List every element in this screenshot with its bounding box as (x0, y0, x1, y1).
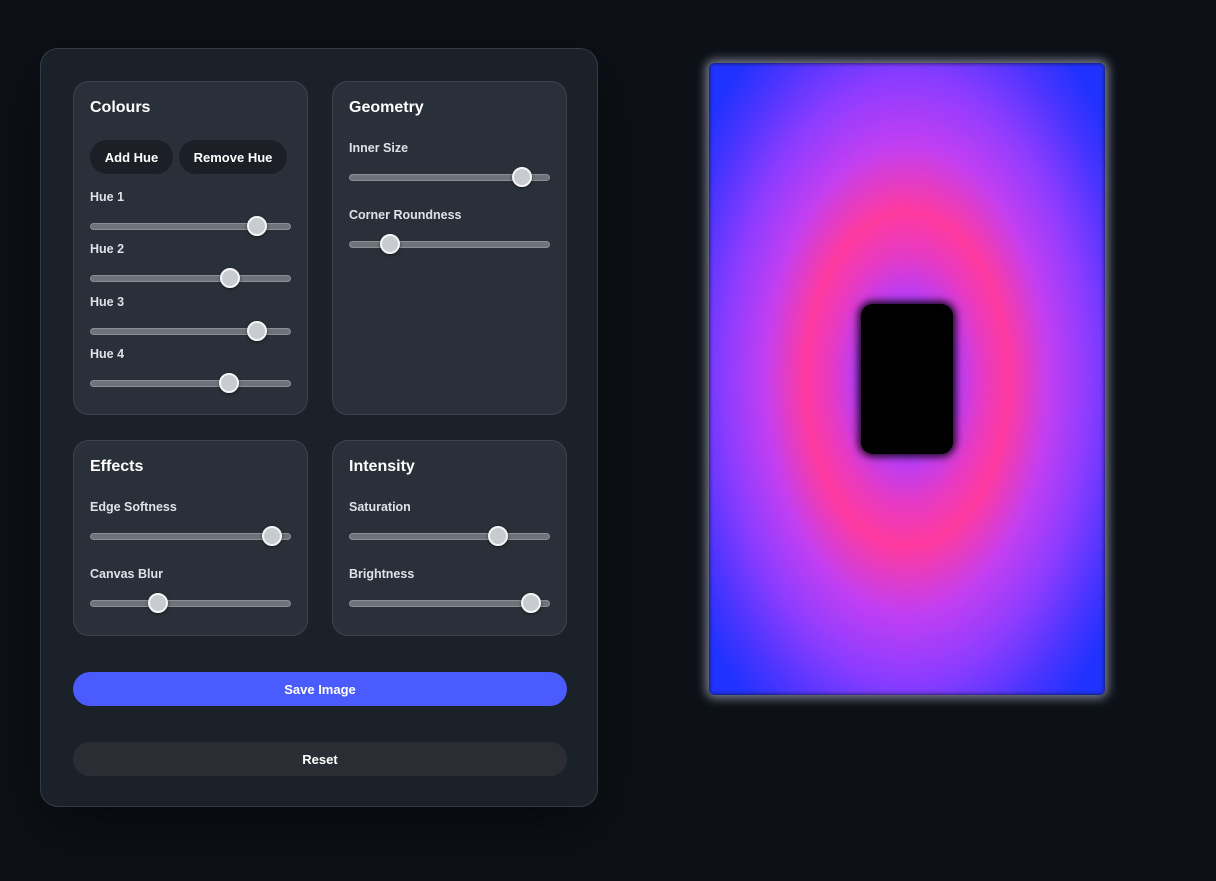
slider-thumb[interactable] (488, 526, 509, 546)
corner-roundness-control: Corner Roundness (349, 207, 550, 255)
hue-1-label: Hue 1 (90, 190, 125, 204)
hue-4-label: Hue 4 (90, 347, 125, 361)
hue-4-control: Hue 4 (90, 346, 291, 394)
brightness-slider[interactable] (349, 592, 550, 614)
inner-size-slider[interactable] (349, 166, 550, 188)
intensity-card: Intensity Saturation Brightness (332, 440, 567, 636)
preview-canvas (709, 63, 1105, 695)
effects-title: Effects (90, 458, 144, 475)
hue-3-slider[interactable] (90, 320, 291, 342)
saturation-control: Saturation (349, 499, 550, 547)
inner-size-label: Inner Size (349, 141, 409, 155)
canvas-blur-control: Canvas Blur (90, 566, 291, 614)
saturation-slider[interactable] (349, 525, 550, 547)
intensity-title: Intensity (349, 458, 415, 475)
slider-thumb[interactable] (511, 167, 532, 187)
slider-track[interactable] (90, 600, 291, 607)
slider-thumb[interactable] (247, 321, 268, 341)
slider-thumb[interactable] (247, 216, 268, 236)
slider-track[interactable] (90, 380, 291, 387)
slider-thumb[interactable] (220, 268, 241, 288)
slider-track[interactable] (349, 533, 550, 540)
slider-track[interactable] (90, 275, 291, 282)
geometry-card: Geometry Inner Size Corner Roundness (332, 81, 567, 415)
brightness-label: Brightness (349, 567, 415, 581)
remove-hue-button[interactable]: Remove Hue (179, 140, 287, 174)
controls-panel: Colours Add Hue Remove Hue Hue 1 Hue 2 H… (40, 48, 598, 807)
edge-softness-slider[interactable] (90, 525, 291, 547)
slider-thumb[interactable] (520, 593, 541, 613)
hue-3-label: Hue 3 (90, 295, 125, 309)
slider-thumb[interactable] (379, 234, 400, 254)
effects-card: Effects Edge Softness Canvas Blur (73, 440, 308, 636)
colours-card: Colours Add Hue Remove Hue Hue 1 Hue 2 H… (73, 81, 308, 415)
slider-track[interactable] (349, 600, 550, 607)
slider-track[interactable] (90, 533, 291, 540)
canvas-blur-label: Canvas Blur (90, 567, 163, 581)
saturation-label: Saturation (349, 500, 411, 514)
reset-button[interactable]: Reset (73, 742, 567, 776)
edge-softness-label: Edge Softness (90, 500, 177, 514)
hue-2-label: Hue 2 (90, 242, 125, 256)
hue-2-slider[interactable] (90, 267, 291, 289)
corner-roundness-label: Corner Roundness (349, 208, 462, 222)
hue-1-slider[interactable] (90, 215, 291, 237)
add-hue-button[interactable]: Add Hue (90, 140, 173, 174)
hue-1-control: Hue 1 (90, 189, 291, 237)
corner-roundness-slider[interactable] (349, 233, 550, 255)
hue-2-control: Hue 2 (90, 241, 291, 289)
brightness-control: Brightness (349, 566, 550, 614)
hue-3-control: Hue 3 (90, 294, 291, 342)
slider-thumb[interactable] (261, 526, 282, 546)
geometry-title: Geometry (349, 99, 424, 116)
inner-shape (861, 304, 953, 454)
hue-4-slider[interactable] (90, 372, 291, 394)
canvas-blur-slider[interactable] (90, 592, 291, 614)
save-image-button[interactable]: Save Image (73, 672, 567, 706)
slider-thumb[interactable] (147, 593, 168, 613)
slider-thumb[interactable] (218, 373, 239, 393)
edge-softness-control: Edge Softness (90, 499, 291, 547)
colours-title: Colours (90, 99, 151, 116)
inner-size-control: Inner Size (349, 140, 550, 188)
